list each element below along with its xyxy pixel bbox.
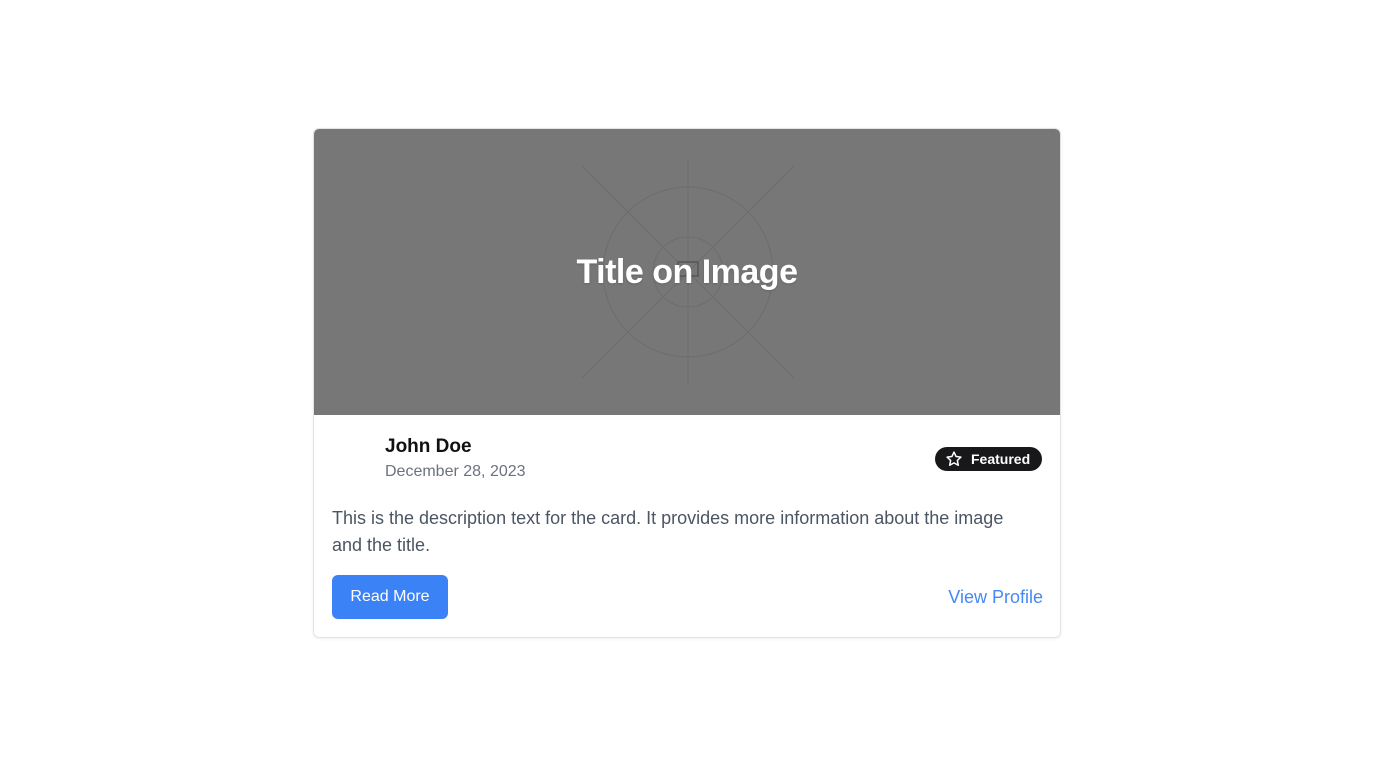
author-name: John Doe [385,436,472,457]
view-profile-link[interactable]: View Profile [948,587,1043,608]
featured-badge-label: Featured [971,451,1031,467]
author-info: John Doe December 28, 2023 [385,435,526,482]
featured-badge: Featured [935,447,1043,471]
card-image: Title on Image [314,129,1060,415]
post-date: December 28, 2023 [385,463,526,480]
image-title: Title on Image [576,253,798,291]
read-more-button[interactable]: Read More [332,575,448,619]
card-description: This is the description text for the car… [332,508,1004,555]
content-card: Title on Image John Doe December 28, 202… [313,128,1061,638]
star-icon [946,451,962,466]
avatar [332,435,376,479]
